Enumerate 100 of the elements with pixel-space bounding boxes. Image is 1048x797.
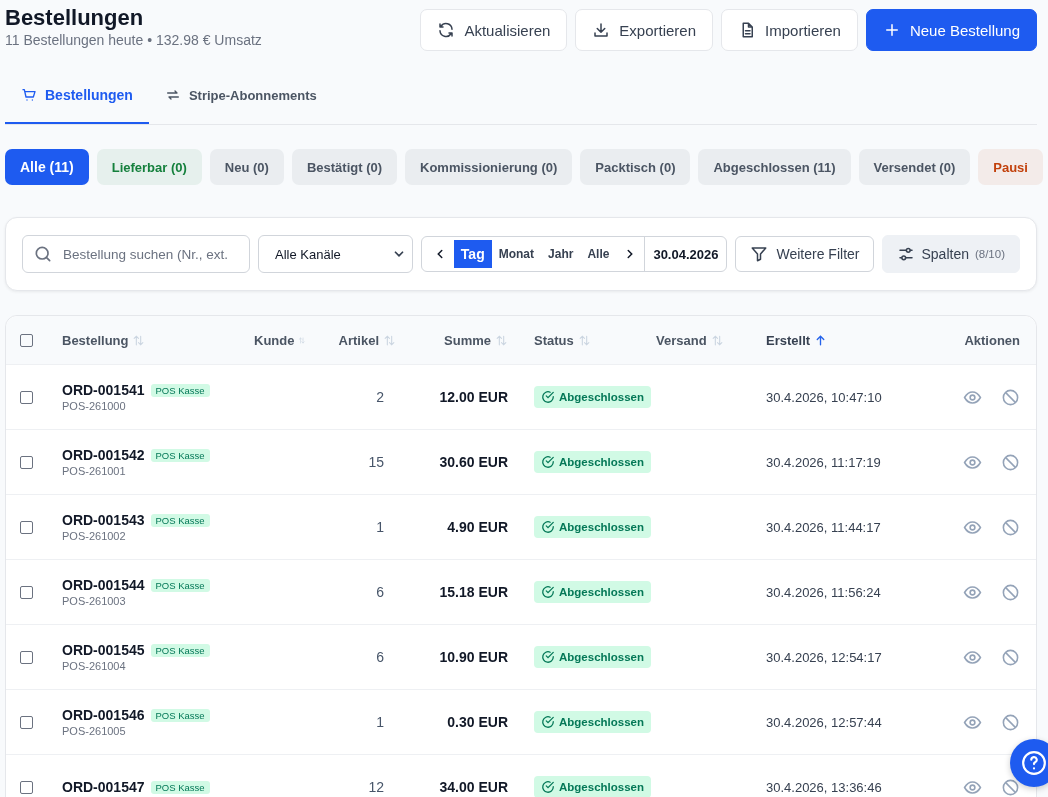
table-cell: 30.4.2026, 11:44:17	[766, 519, 881, 535]
column-header[interactable]: Bestellung	[62, 332, 129, 348]
tab[interactable]: Stripe-Abonnements	[148, 68, 333, 124]
status-badge: Abgeschlossen	[534, 386, 651, 408]
status-filter-chip[interactable]: Kommissionierung (0)	[405, 149, 573, 185]
table-cell-text: 12	[368, 779, 385, 795]
column-header[interactable]: Kunde	[254, 332, 295, 348]
status-filter-chip[interactable]: Versendet (0)	[858, 149, 971, 185]
channel-tag: POS Kasse	[150, 383, 210, 397]
cancel-icon[interactable]	[1001, 387, 1020, 407]
status-badge: Abgeschlossen	[534, 581, 651, 603]
table-cell-text: 6	[376, 649, 385, 665]
table-cell: 0.30 EUR	[447, 714, 508, 730]
import-button[interactable]: Importieren	[721, 9, 858, 51]
status-filter-chip[interactable]: Alle (11)	[5, 149, 89, 185]
period-tab[interactable]: Tag	[453, 240, 492, 268]
cancel-icon[interactable]	[1001, 452, 1020, 472]
date-field[interactable]: 30.04.2026	[644, 237, 727, 271]
refresh-button[interactable]: Aktualisieren	[420, 9, 568, 51]
channel-tag: POS Kasse	[150, 780, 210, 794]
select-all-checkbox[interactable]	[20, 333, 33, 347]
status-filter-chip[interactable]: Pausi	[978, 149, 1043, 185]
table-cell-text: 1	[376, 714, 385, 730]
period-tab[interactable]: Jahr	[541, 240, 581, 268]
cancel-icon[interactable]	[1001, 777, 1020, 797]
table-cell: 30.4.2026, 13:36:46	[766, 779, 882, 795]
new-button[interactable]: Neue Bestellung	[865, 9, 1037, 51]
table-cell-text: 15	[368, 454, 385, 470]
cancel-icon[interactable]	[1001, 517, 1020, 537]
column-header[interactable]: Erstellt	[766, 332, 811, 348]
period-tab[interactable]: Monat	[491, 240, 542, 268]
channel-tag: POS Kasse	[150, 708, 210, 722]
status-filter-chip[interactable]: Lieferbar (0)	[96, 149, 202, 185]
table-cell: 10.90 EUR	[439, 649, 508, 665]
cancel-icon[interactable]	[1001, 582, 1020, 602]
sort-icon[interactable]	[383, 333, 396, 347]
cancel-icon[interactable]	[1001, 647, 1020, 667]
table-cell-text: 2	[376, 389, 385, 405]
status-filter-chip[interactable]: Bestätigt (0)	[291, 149, 398, 185]
table-cell-text: 1	[376, 519, 385, 535]
order-number[interactable]: ORD-001542	[62, 447, 145, 463]
page-subtitle: 11 Bestellungen heute • 132.98 € Umsatz	[5, 32, 262, 48]
cart-icon	[21, 87, 37, 103]
order-reference: POS-261002	[62, 530, 126, 542]
status-filter-chip[interactable]: Packtisch (0)	[580, 149, 691, 185]
column-header[interactable]: Summe	[444, 332, 491, 348]
columns-button[interactable]: Spalten (8/10)	[882, 235, 1020, 273]
columns-count: (8/10)	[974, 248, 1005, 260]
period-tab[interactable]: Alle	[580, 240, 617, 268]
sort-icon[interactable]	[495, 333, 508, 347]
row-checkbox[interactable]	[20, 650, 33, 664]
order-reference: POS-261001	[62, 465, 126, 477]
row-checkbox[interactable]	[20, 715, 33, 729]
status-badge: Abgeschlossen	[534, 646, 651, 668]
row-checkbox[interactable]	[20, 780, 33, 794]
more-filters-button[interactable]: Weitere Filter	[735, 236, 875, 272]
table-cell: 30.4.2026, 12:54:17	[766, 649, 882, 665]
order-number[interactable]: ORD-001543	[62, 512, 145, 528]
export-button[interactable]: Exportieren	[575, 9, 714, 51]
columns-label: Spalten	[921, 246, 969, 262]
status-filter-chip[interactable]: Abgeschlossen (11)	[698, 149, 851, 185]
status-filter-chip[interactable]: Neu (0)	[209, 149, 284, 185]
table-cell: 30.4.2026, 10:47:10	[766, 389, 882, 405]
order-number[interactable]: ORD-001541	[62, 382, 145, 398]
channel-tag: POS Kasse	[150, 643, 210, 657]
order-reference: POS-261004	[62, 660, 126, 672]
row-checkbox[interactable]	[20, 585, 33, 599]
row-checkbox[interactable]	[20, 390, 33, 404]
order-number[interactable]: ORD-001545	[62, 642, 145, 658]
sort-icon[interactable]	[577, 333, 591, 347]
row-checkbox[interactable]	[20, 455, 33, 469]
order-number[interactable]: ORD-001544	[62, 577, 145, 593]
status-badge: Abgeschlossen	[534, 776, 651, 797]
column-header[interactable]: Status	[534, 332, 574, 348]
sort-icon[interactable]	[132, 333, 146, 347]
column-header[interactable]: Versand	[656, 332, 707, 348]
order-reference: POS-261005	[62, 725, 126, 737]
search-field[interactable]: Bestellung suchen (Nr., ext.	[22, 235, 250, 273]
sort-icon[interactable]	[710, 333, 724, 347]
sliders-icon	[897, 245, 916, 263]
tab[interactable]: Bestellungen	[5, 68, 149, 124]
download-icon	[592, 21, 611, 39]
column-header[interactable]: Artikel	[338, 332, 379, 348]
cancel-icon[interactable]	[1001, 712, 1020, 732]
channel-tag: POS Kasse	[150, 513, 210, 527]
status-badge: Abgeschlossen	[534, 451, 651, 473]
channel-tag: POS Kasse	[150, 448, 210, 462]
status-badge: Abgeschlossen	[534, 711, 651, 733]
channel-select[interactable]: Alle Kanäle	[258, 235, 413, 273]
table-cell: 34.00 EUR	[439, 779, 508, 795]
table-cell: 30.60 EUR	[439, 454, 508, 470]
row-checkbox[interactable]	[20, 520, 33, 534]
table-cell-text: 6	[376, 584, 385, 600]
order-reference: POS-261000	[62, 400, 126, 412]
status-badge: Abgeschlossen	[534, 516, 651, 538]
column-header: Aktionen	[964, 332, 1020, 348]
order-number[interactable]: ORD-001547	[62, 779, 145, 795]
order-number[interactable]: ORD-001546	[62, 707, 145, 723]
table-cell: 30.4.2026, 11:17:19	[766, 454, 881, 470]
search-icon	[33, 244, 53, 264]
